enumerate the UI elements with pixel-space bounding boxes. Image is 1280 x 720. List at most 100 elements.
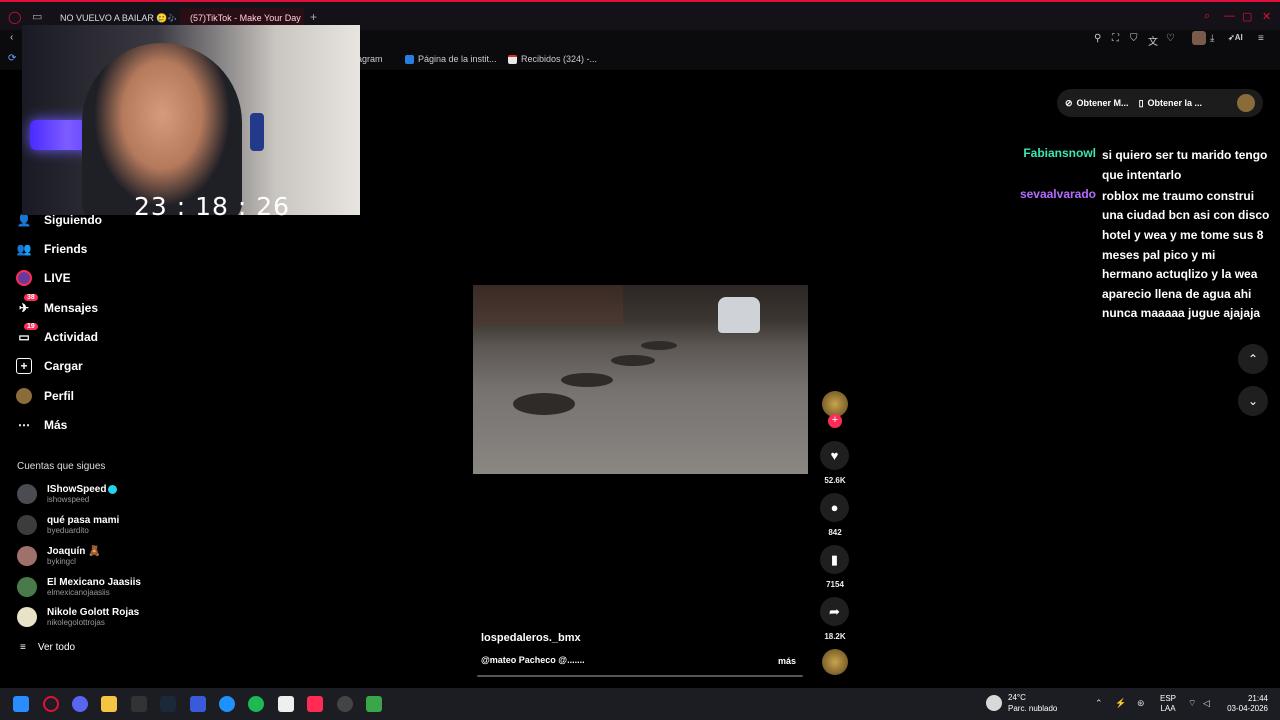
see-all-button[interactable]: ≡ Ver todo	[20, 642, 75, 653]
comment-button[interactable]: ●	[820, 493, 849, 522]
minecraft-icon[interactable]	[366, 696, 382, 712]
ai-button[interactable]: ➶AI	[1228, 33, 1243, 42]
followed-account[interactable]: El Mexicano Jaasiis elmexicanojaasiis	[17, 577, 141, 597]
following-accounts-title: Cuentas que sigues	[17, 461, 106, 472]
chat-message-line: roblox me traumo construi	[1102, 189, 1255, 203]
previous-video-button[interactable]: ⌃	[1238, 344, 1268, 374]
caption-more-link[interactable]: más	[778, 656, 796, 666]
account-username: bykingcl	[47, 557, 76, 566]
account-name: Nikole Golott Rojas	[47, 607, 140, 618]
followed-account[interactable]: Joaquín 🧸 bykingcl	[17, 546, 101, 566]
close-icon[interactable]: ✕	[1262, 10, 1271, 23]
share-button[interactable]: ➦	[820, 597, 849, 626]
verified-icon	[108, 484, 118, 494]
heart-icon[interactable]: ♡	[1166, 33, 1175, 44]
account-name: qué pasa mami	[47, 515, 120, 526]
minimize-icon[interactable]: —	[1224, 10, 1235, 22]
get-app-button[interactable]: ▯ Obtener la ...	[1139, 98, 1202, 109]
capcut-icon[interactable]	[278, 696, 294, 712]
battlenet-icon[interactable]	[219, 696, 235, 712]
tab-menu-icon[interactable]: ▭	[32, 10, 42, 23]
account-name: Joaquín 🧸	[47, 546, 101, 557]
pin-icon[interactable]: ⚲	[1094, 33, 1101, 44]
sidebar-item-profile[interactable]: Perfil	[16, 388, 74, 404]
follow-button[interactable]: +	[828, 414, 842, 428]
followed-account[interactable]: IShowSpeed ishowspeed	[17, 484, 118, 504]
video-progress-bar[interactable]	[477, 675, 803, 677]
lang-top: ESP	[1160, 694, 1177, 703]
translate-icon[interactable]: 文	[1148, 33, 1158, 48]
weather-widget[interactable]: 24°C Parc. nublado	[986, 692, 1057, 714]
tiktok-studio-icon[interactable]	[307, 696, 323, 712]
user-avatar[interactable]	[1237, 94, 1255, 112]
sidebar-item-label: Siguiendo	[44, 213, 102, 227]
like-button[interactable]: ♥	[820, 441, 849, 470]
epic-games-icon[interactable]	[131, 696, 147, 712]
profile-avatar-icon[interactable]	[1192, 31, 1206, 45]
video-puddle	[611, 355, 655, 366]
next-video-button[interactable]: ⌄	[1238, 386, 1268, 416]
discord-icon[interactable]	[72, 696, 88, 712]
video-puddle	[513, 393, 575, 415]
chat-message-line: hermano actuqlizo y la wea	[1102, 267, 1258, 281]
file-explorer-icon[interactable]	[101, 696, 117, 712]
video-puddle	[641, 341, 677, 350]
sync-icon[interactable]: ⟳	[8, 53, 16, 64]
tray-app-icon[interactable]: ⚡	[1115, 698, 1126, 709]
cloud-icon	[986, 695, 1002, 711]
sound-avatar[interactable]	[822, 649, 848, 675]
spotify-icon[interactable]	[248, 696, 264, 712]
opera-logo-icon[interactable]: ◯	[8, 10, 21, 24]
sidebar-item-messages[interactable]: ✈ 38 Mensajes	[16, 294, 98, 316]
chat-message-line: una ciudad bcn asi con disco	[1102, 208, 1270, 222]
system-clock[interactable]: 21:44 03-04-2026	[1222, 694, 1268, 714]
new-tab-button[interactable]: +	[310, 10, 317, 24]
sidebar-item-friends[interactable]: 👥 Friends	[16, 241, 88, 257]
get-coins-label: Obtener M...	[1076, 98, 1129, 108]
shield-icon[interactable]: ⛉	[1130, 33, 1138, 44]
sidebar-item-live[interactable]: LIVE	[16, 270, 71, 286]
video-player[interactable]	[473, 285, 808, 474]
activity-icon: ▭ 19	[16, 323, 38, 345]
weather-temp: 24°C	[1008, 693, 1026, 702]
chevron-up-icon[interactable]: ⌃	[1095, 698, 1103, 709]
tab-label: NO VUELVO A BAILAR 🥲🎶	[60, 12, 176, 23]
sidebar-item-label: Actividad	[44, 330, 99, 344]
windows-start-icon[interactable]	[13, 696, 29, 712]
upload-icon: +	[16, 358, 32, 374]
sidebar-item-more[interactable]: ⋯ Más	[16, 417, 67, 433]
sidebar-item-activity[interactable]: ▭ 19 Actividad	[16, 323, 99, 345]
back-icon[interactable]: ‹	[10, 32, 13, 43]
video-car	[718, 297, 760, 333]
video-author[interactable]: lospedaleros._bmx	[481, 632, 581, 644]
opera-icon[interactable]	[43, 696, 59, 712]
wifi-icon[interactable]: ⌔	[1188, 698, 1196, 709]
messages-badge: 38	[24, 294, 38, 301]
language-indicator[interactable]: ESP LAA	[1160, 694, 1176, 714]
followed-account[interactable]: qué pasa mami byeduardito	[17, 515, 119, 535]
avatar	[17, 515, 37, 535]
bookmark-gmail[interactable]: Recibidos (324) -...	[508, 54, 597, 64]
search-icon[interactable]: ⌕	[1204, 10, 1210, 23]
followed-account[interactable]: Nikole Golott Rojas nikolegolottrojas	[17, 607, 139, 627]
menu-icon[interactable]: ≡	[1258, 33, 1264, 44]
save-button[interactable]: ▮	[820, 545, 849, 574]
download-icon[interactable]: ⤓	[1210, 33, 1214, 44]
get-app-label: Obtener la ...	[1147, 98, 1203, 108]
clock-date: 03-04-2026	[1227, 704, 1268, 713]
see-all-label: Ver todo	[37, 642, 76, 653]
steam-icon[interactable]	[160, 696, 176, 712]
bookmark-institution[interactable]: Página de la instit...	[405, 54, 497, 64]
chat-message-line: si quiero ser tu marido tengo	[1102, 148, 1268, 162]
tray-app-icon[interactable]: ⊛	[1137, 698, 1145, 709]
volume-icon[interactable]: ◁	[1203, 698, 1210, 709]
app-icon[interactable]	[190, 696, 206, 712]
weather-desc: Parc. nublado	[1008, 704, 1058, 713]
sidebar-item-upload[interactable]: + Cargar	[16, 358, 83, 374]
share-count: 18.2K	[824, 632, 846, 641]
snapshot-icon[interactable]: ⛶	[1112, 33, 1119, 44]
obs-icon[interactable]	[337, 696, 353, 712]
maximize-icon[interactable]: ▢	[1242, 10, 1252, 23]
chat-message-line: hotel y wea y me tome sus 8	[1102, 228, 1264, 242]
get-coins-button[interactable]: ⊘ Obtener M...	[1065, 98, 1129, 109]
